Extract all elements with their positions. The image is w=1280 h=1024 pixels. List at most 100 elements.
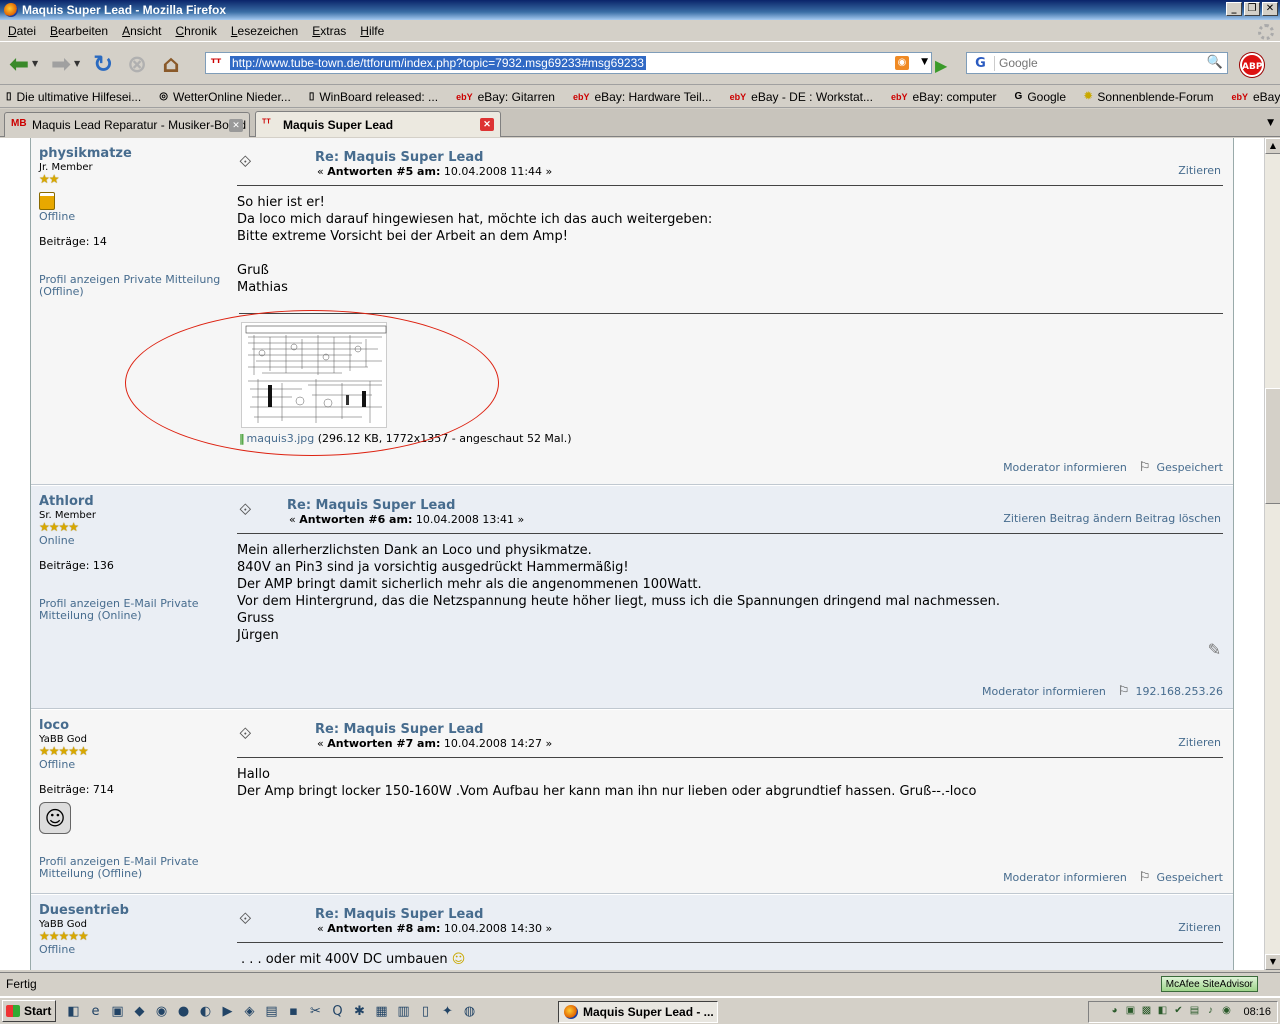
tab-maquis-lead-reparatur[interactable]: MB Maquis Lead Reparatur - Musiker-Board… (4, 112, 250, 137)
quicklaunch-icon[interactable]: ◐ (196, 1002, 215, 1021)
search-icon[interactable]: Q (328, 1002, 347, 1021)
post-title[interactable]: Re: Maquis Super Lead (315, 907, 483, 922)
quicklaunch-icon[interactable]: ✦ (438, 1002, 457, 1021)
url-dropdown-icon[interactable]: ▼ (921, 57, 928, 67)
quicklaunch-icon[interactable]: ✂ (306, 1002, 325, 1021)
quote-link[interactable]: Zitieren (1178, 736, 1221, 749)
edit-icon[interactable]: ✎ (1208, 640, 1221, 659)
firefox-icon[interactable]: ● (174, 1002, 193, 1021)
mcafee-siteadvisor-button[interactable]: McAfee SiteAdvisor (1160, 976, 1258, 992)
back-dropdown-icon[interactable]: ▼ (32, 59, 42, 68)
bookmark-item[interactable]: ▯ WinBoard released: ... (309, 90, 438, 104)
bookmark-item[interactable]: G Google (1015, 90, 1066, 104)
url-text[interactable]: http://www.tube-town.de/ttforum/index.ph… (230, 56, 646, 70)
maximize-button[interactable]: ❐ (1244, 2, 1260, 16)
save-icon[interactable]: ▤ (262, 1002, 281, 1021)
home-button[interactable]: ⌂ (156, 49, 186, 79)
scroll-thumb[interactable] (1265, 388, 1280, 504)
tray-icon[interactable]: ▤ (1187, 1005, 1201, 1019)
taskbar-item-firefox[interactable]: Maquis Super Lead - ... (558, 1001, 718, 1023)
tab-maquis-super-lead[interactable]: ᵀᵀ Maquis Super Lead ✕ (255, 111, 501, 137)
scroll-down-icon[interactable]: ▼ (1265, 954, 1280, 970)
menu-extras[interactable]: Extras (306, 24, 354, 38)
rss-feed-icon[interactable]: ◉ (895, 56, 909, 70)
report-moderator-link[interactable]: Moderator informieren (982, 685, 1106, 698)
tray-icon[interactable]: ◉ (1219, 1005, 1233, 1019)
go-button[interactable]: ▶ (935, 56, 947, 75)
tray-icon[interactable]: ◕ (1107, 1005, 1121, 1019)
start-button[interactable]: Start (2, 1000, 56, 1022)
media-player-icon[interactable]: ▶ (218, 1002, 237, 1021)
post-title[interactable]: Re: Maquis Super Lead (315, 722, 483, 737)
back-button[interactable]: ⬅ (4, 49, 34, 79)
tray-icon[interactable]: ✔ (1171, 1005, 1185, 1019)
profile-links[interactable]: Profil anzeigen E-Mail Private Mitteilun… (39, 598, 229, 622)
menu-bearbeiten[interactable]: Bearbeiten (44, 24, 116, 38)
quicklaunch-icon[interactable]: ▦ (372, 1002, 391, 1021)
close-button[interactable]: ✕ (1262, 2, 1278, 16)
url-bar[interactable]: ᵀᵀ http://www.tube-town.de/ttforum/index… (205, 52, 932, 74)
profile-links[interactable]: Profil anzeigen Private Mitteilung (Offl… (39, 274, 229, 298)
quicklaunch-icon[interactable]: ◈ (240, 1002, 259, 1021)
bookmark-item[interactable]: ebY eBay - DE : Workstat... (730, 90, 873, 104)
profile-links[interactable]: Profil anzeigen E-Mail Private Mitteilun… (39, 856, 229, 880)
post-actions[interactable]: Zitieren Beitrag ändern Beitrag löschen (1003, 512, 1221, 525)
menu-chronik[interactable]: Chronik (169, 24, 224, 38)
tab-list-dropdown-icon[interactable]: ▼ (1267, 118, 1274, 128)
poster-name[interactable]: Duesentrieb (39, 903, 229, 918)
menu-lesezeichen[interactable]: Lesezeichen (225, 24, 306, 38)
forward-button[interactable]: ➡ (46, 49, 76, 79)
quicklaunch-icon[interactable]: ▯ (416, 1002, 435, 1021)
bookmark-item[interactable]: ◎ WetterOnline Nieder... (159, 90, 291, 104)
network-icon[interactable]: ▣ (1123, 1005, 1137, 1019)
tab-close-icon[interactable]: ✕ (480, 118, 494, 131)
search-engine-icon[interactable]: G (967, 55, 995, 71)
post-title[interactable]: Re: Maquis Super Lead (315, 150, 483, 165)
bookmark-item[interactable]: ebY eBay: Hardware Teil... (573, 90, 712, 104)
poster-info: loco YaBB God ★★★★★ Offline Beiträge: 71… (39, 718, 229, 880)
stop-button[interactable]: ⊗ (122, 49, 152, 79)
report-moderator-link[interactable]: Moderator informieren (1003, 461, 1127, 474)
scroll-up-icon[interactable]: ▲ (1265, 138, 1280, 154)
quicklaunch-icon[interactable]: ◉ (152, 1002, 171, 1021)
adblock-plus-button[interactable]: ABP (1240, 53, 1264, 77)
bookmark-item[interactable]: ✹ Sonnenblende-Forum (1084, 90, 1213, 104)
tray-icon[interactable]: ▩ (1139, 1005, 1153, 1019)
poster-name[interactable]: Athlord (39, 494, 229, 509)
volume-icon[interactable]: ♪ (1203, 1005, 1217, 1019)
attachment-thumbnail[interactable] (241, 322, 387, 428)
menu-ansicht[interactable]: Ansicht (116, 24, 169, 38)
report-moderator-link[interactable]: Moderator informieren (1003, 871, 1127, 884)
post-title[interactable]: Re: Maquis Super Lead (287, 498, 455, 513)
minimize-button[interactable]: _ (1226, 2, 1242, 16)
menu-datei[interactable]: Datei (2, 24, 44, 38)
firefox-icon (4, 3, 18, 17)
bookmark-item[interactable]: ebYeBay – Electric guitar... (1231, 90, 1280, 104)
menu-hilfe[interactable]: Hilfe (354, 24, 392, 38)
vertical-scrollbar[interactable]: ▲ ▼ (1264, 138, 1280, 970)
quote-link[interactable]: Zitieren (1178, 921, 1221, 934)
quicklaunch-icon[interactable]: ▥ (394, 1002, 413, 1021)
poster-name[interactable]: physikmatze (39, 146, 229, 161)
search-input[interactable] (999, 56, 1199, 70)
cmd-icon[interactable]: ▪ (284, 1002, 303, 1021)
attachment-link[interactable]: maquis3.jpg (247, 432, 315, 445)
quicklaunch-icon[interactable]: ◆ (130, 1002, 149, 1021)
quicklaunch-icon[interactable]: ▣ (108, 1002, 127, 1021)
quote-link[interactable]: Zitieren (1178, 164, 1221, 177)
forward-dropdown-icon[interactable]: ▼ (74, 59, 84, 68)
ip-address[interactable]: 192.168.253.26 (1136, 685, 1223, 698)
bookmark-item[interactable]: ▯ Die ultimative Hilfesei... (6, 90, 141, 104)
search-bar[interactable]: G 🔍 (966, 52, 1228, 74)
tray-icon[interactable]: ◧ (1155, 1005, 1169, 1019)
search-icon[interactable]: 🔍 (1207, 55, 1223, 70)
quicklaunch-icon[interactable]: ✱ (350, 1002, 369, 1021)
quicklaunch-icon[interactable]: ◍ (460, 1002, 479, 1021)
bookmark-item[interactable]: ebY eBay: Gitarren (456, 90, 555, 104)
ie-icon[interactable]: e (86, 1002, 105, 1021)
bookmark-item[interactable]: ebY eBay: computer (891, 90, 997, 104)
quicklaunch-icon[interactable]: ◧ (64, 1002, 83, 1021)
tab-close-icon[interactable]: ✕ (229, 119, 243, 132)
reload-button[interactable]: ↻ (88, 49, 118, 79)
poster-name[interactable]: loco (39, 718, 229, 733)
